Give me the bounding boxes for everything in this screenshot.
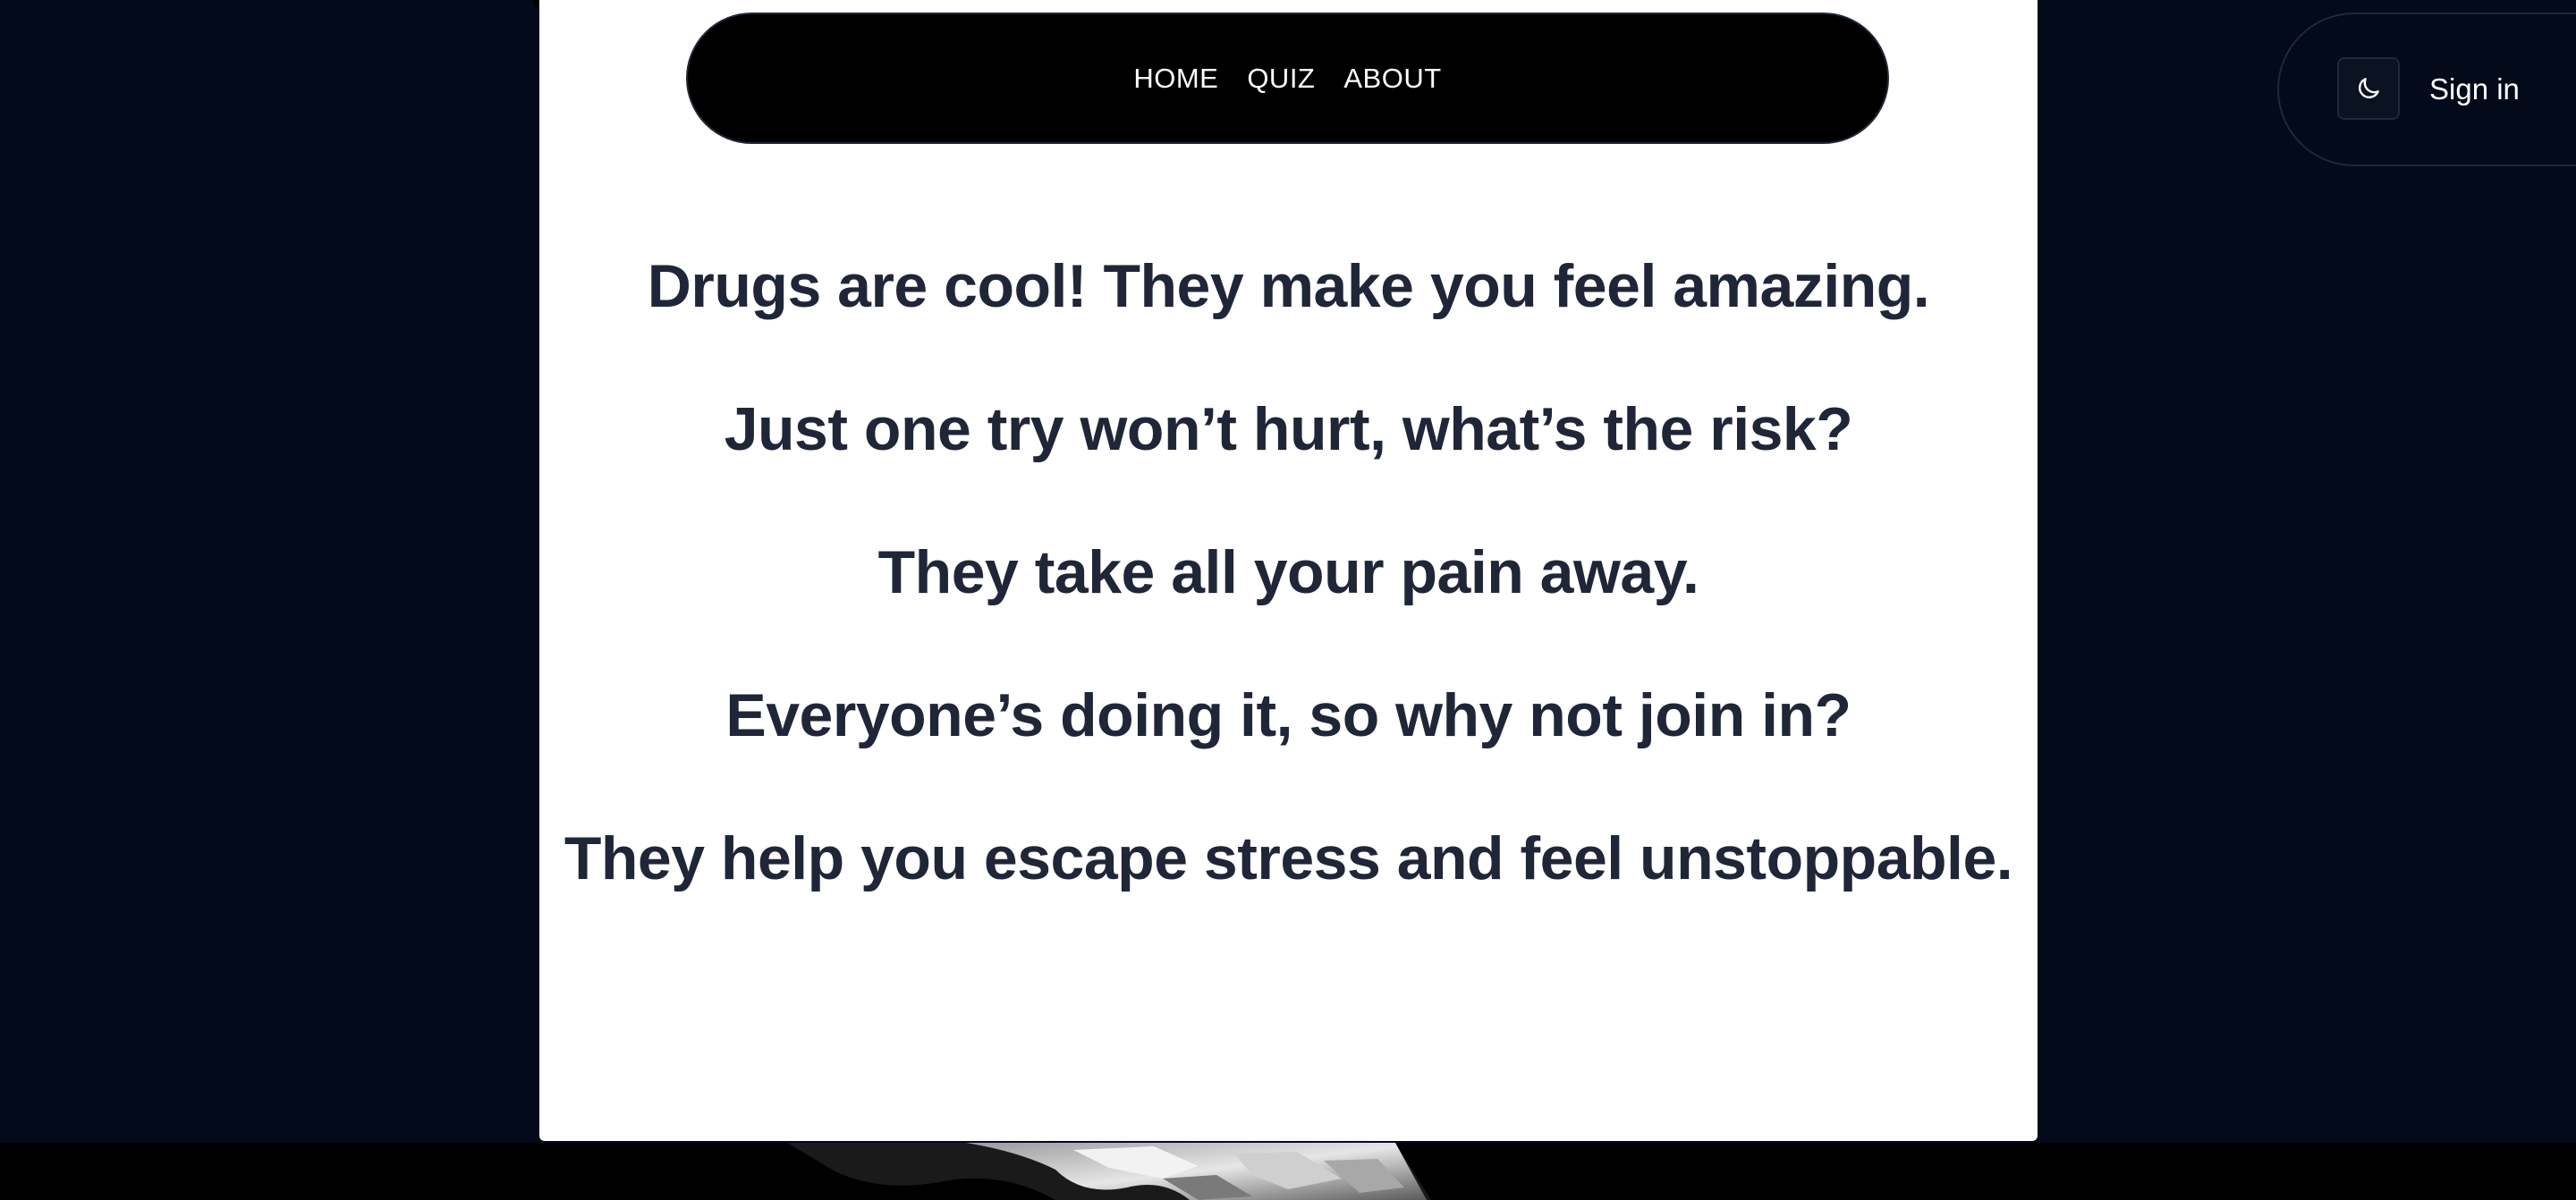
- main-navbar: HOME QUIZ ABOUT: [686, 13, 1889, 144]
- auth-panel: [2277, 13, 2576, 166]
- headline-item: They help you escape stress and feel uns…: [564, 824, 2013, 892]
- sign-in-link[interactable]: Sign in: [2429, 70, 2520, 109]
- moon-icon: [2359, 78, 2379, 98]
- headline-item: Just one try won’t hurt, what’s the risk…: [724, 395, 1853, 463]
- headline-item: Drugs are cool! They make you feel amazi…: [647, 252, 1930, 320]
- nav-link-home[interactable]: HOME: [1133, 63, 1218, 95]
- headline-item: They take all your pain away.: [877, 538, 1699, 606]
- rock-texture-image: [787, 1143, 1431, 1200]
- headline-list: Drugs are cool! They make you feel amazi…: [539, 224, 2038, 939]
- theme-toggle-button[interactable]: [2337, 57, 2400, 120]
- nav-link-quiz[interactable]: QUIZ: [1247, 63, 1315, 95]
- nav-link-about[interactable]: ABOUT: [1343, 63, 1441, 95]
- background-image-strip: [0, 1143, 2576, 1200]
- page: HOME QUIZ ABOUT Drugs are cool! They mak…: [0, 0, 2576, 1200]
- headline-item: Everyone’s doing it, so why not join in?: [725, 681, 1852, 749]
